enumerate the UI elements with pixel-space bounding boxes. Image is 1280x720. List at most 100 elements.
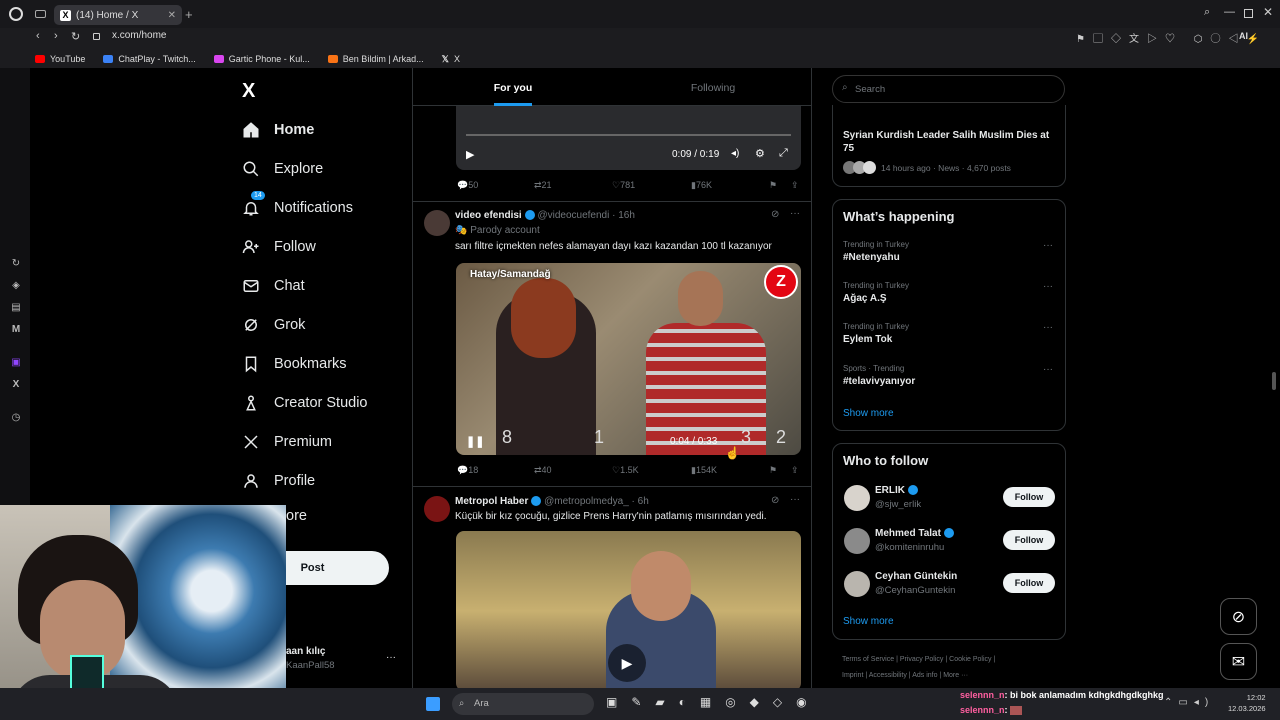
scrollbar[interactable]: [1272, 372, 1276, 390]
bookmark-icon[interactable]: ⚑: [769, 465, 777, 476]
footer-link[interactable]: More ···: [943, 672, 968, 679]
fullscreen-icon[interactable]: ⤢: [779, 147, 788, 160]
nav-follow[interactable]: Follow: [236, 227, 406, 266]
tab-following[interactable]: Following: [613, 68, 811, 105]
bookmark-youtube[interactable]: YouTube: [35, 50, 85, 68]
bookmark-chatplay[interactable]: ChatPlay - Twitch...: [103, 50, 196, 68]
show-more-link[interactable]: Show more: [843, 408, 894, 419]
bookmark-gartic[interactable]: Gartic Phone - Kul...: [213, 50, 310, 68]
bookmark-x[interactable]: 𝕏X: [442, 50, 460, 68]
avatar[interactable]: [844, 528, 870, 554]
tweet-time[interactable]: · 6h: [632, 496, 649, 507]
user-name[interactable]: ERLIK: [875, 485, 918, 496]
tab-for-you[interactable]: For you: [413, 68, 613, 106]
account-more-icon[interactable]: ···: [386, 652, 396, 663]
more-icon[interactable]: ···: [1043, 322, 1053, 333]
footer-link[interactable]: Terms of Service: [842, 656, 894, 663]
ai-button[interactable]: AI: [1239, 31, 1248, 41]
grok-icon[interactable]: ⊘: [771, 495, 779, 506]
author-name[interactable]: video efendisi: [455, 210, 522, 221]
new-tab-icon[interactable]: +: [185, 7, 193, 22]
twitch-icon[interactable]: ▣: [10, 358, 22, 368]
trend-item[interactable]: Trending in Turkey #Netenyahu: [843, 240, 909, 263]
browser-logo-icon[interactable]: [9, 7, 23, 21]
play-overlay-icon[interactable]: ▶: [608, 644, 646, 682]
pause-icon[interactable]: ❚❚: [466, 435, 484, 448]
close-window-icon[interactable]: ✕: [1263, 5, 1273, 19]
nav-home[interactable]: Home: [236, 110, 406, 149]
messages-fab[interactable]: ✉: [1220, 643, 1257, 680]
avatar[interactable]: [424, 210, 450, 236]
share-icon[interactable]: ⇪: [791, 465, 799, 476]
tab-overview-icon[interactable]: [35, 10, 46, 18]
author-handle[interactable]: @metropolmedya_: [544, 496, 629, 507]
nav-profile[interactable]: Profile: [236, 461, 406, 500]
clock[interactable]: 12:02 12.03.2026: [1228, 692, 1266, 714]
avatar[interactable]: [844, 571, 870, 597]
forward-icon[interactable]: ›: [54, 30, 58, 42]
reply-button[interactable]: 💬 50: [457, 180, 478, 191]
like-button[interactable]: ♡ 1.5K: [612, 465, 639, 476]
footer-link[interactable]: Imprint: [842, 672, 863, 679]
footer-link[interactable]: Accessibility: [869, 672, 907, 679]
news-card[interactable]: Syrian Kurdish Leader Salih Muslim Dies …: [832, 105, 1066, 187]
close-tab-icon[interactable]: ✕: [168, 10, 176, 21]
grok-fab[interactable]: ⊘: [1220, 598, 1257, 635]
refresh-icon[interactable]: ↻: [10, 259, 22, 269]
grok-icon[interactable]: ⊘: [771, 209, 779, 220]
wallet-icon[interactable]: ▤: [10, 303, 22, 313]
repost-button[interactable]: ⇄ 40: [534, 465, 552, 476]
play-icon[interactable]: ▶: [466, 148, 474, 161]
nav-premium[interactable]: Premium: [236, 422, 406, 461]
nav-bookmarks[interactable]: Bookmarks: [236, 344, 406, 383]
trend-item[interactable]: Trending in Turkey Ağaç A.Ş: [843, 281, 909, 304]
avatar[interactable]: [844, 485, 870, 511]
account-name[interactable]: aan kılıç: [286, 646, 325, 657]
bookmark-benbildim[interactable]: Ben Bildim | Arkad...: [327, 50, 424, 68]
nav-explore[interactable]: Explore: [236, 149, 406, 188]
x-icon[interactable]: X: [10, 380, 22, 390]
follow-button[interactable]: Follow: [1003, 487, 1055, 507]
history-icon[interactable]: ◷: [10, 413, 22, 423]
more-icon[interactable]: ···: [790, 208, 800, 219]
trend-item[interactable]: Sports · Trending #telavivyanıyor: [843, 364, 915, 387]
video-progress[interactable]: [466, 134, 791, 136]
maximize-icon[interactable]: [1244, 9, 1253, 18]
video-player-2[interactable]: Hatay/Samandağ Z 8 1 3 2 ❚❚ 0:04 / 0:33: [456, 263, 801, 455]
nav-creator-studio[interactable]: Creator Studio: [236, 383, 406, 422]
volume-icon[interactable]: ◂): [731, 148, 739, 159]
settings-icon[interactable]: ⚙: [755, 147, 765, 160]
nav-grok[interactable]: Grok: [236, 305, 406, 344]
active-tab[interactable]: X (14) Home / X ✕: [54, 5, 182, 25]
views-button[interactable]: ▮ 154K: [691, 465, 717, 476]
author-handle[interactable]: @videocuefendi: [537, 210, 609, 221]
url-field[interactable]: x.com/home: [112, 30, 166, 41]
search-input[interactable]: Search: [832, 75, 1065, 103]
taskbar-search[interactable]: ⌕ Ara: [452, 693, 594, 715]
reply-button[interactable]: 💬 18: [457, 465, 478, 476]
footer-link[interactable]: Cookie Policy: [949, 656, 991, 663]
start-icon[interactable]: [426, 697, 440, 711]
more-icon[interactable]: ···: [790, 494, 800, 505]
tweet-time[interactable]: · 16h: [612, 210, 635, 221]
nav-chat[interactable]: Chat: [236, 266, 406, 305]
user-name[interactable]: Ceyhan Güntekin: [875, 571, 957, 582]
show-more-link[interactable]: Show more: [843, 616, 894, 627]
more-icon[interactable]: ···: [1043, 281, 1053, 292]
reload-icon[interactable]: ↻: [71, 30, 80, 43]
x-logo[interactable]: X: [242, 80, 255, 103]
user-name[interactable]: Mehmed Talat: [875, 528, 954, 539]
video-player-3[interactable]: ▶: [456, 531, 801, 688]
share-icon[interactable]: ⇪: [791, 180, 799, 191]
author-name[interactable]: Metropol Haber: [455, 496, 528, 507]
footer-link[interactable]: Privacy Policy: [900, 656, 944, 663]
search-tabs-icon[interactable]: ⌕: [1204, 6, 1210, 19]
minimize-icon[interactable]: —: [1224, 6, 1235, 18]
nav-more[interactable]: ore: [286, 508, 307, 524]
m-app-icon[interactable]: M: [10, 325, 22, 335]
more-icon[interactable]: ···: [1043, 240, 1053, 251]
back-icon[interactable]: ‹: [36, 30, 40, 42]
trend-item[interactable]: Trending in Turkey Eylem Tok: [843, 322, 909, 345]
bookmark-icon[interactable]: ⚑: [769, 180, 777, 191]
bag-icon[interactable]: ◈: [10, 281, 22, 291]
